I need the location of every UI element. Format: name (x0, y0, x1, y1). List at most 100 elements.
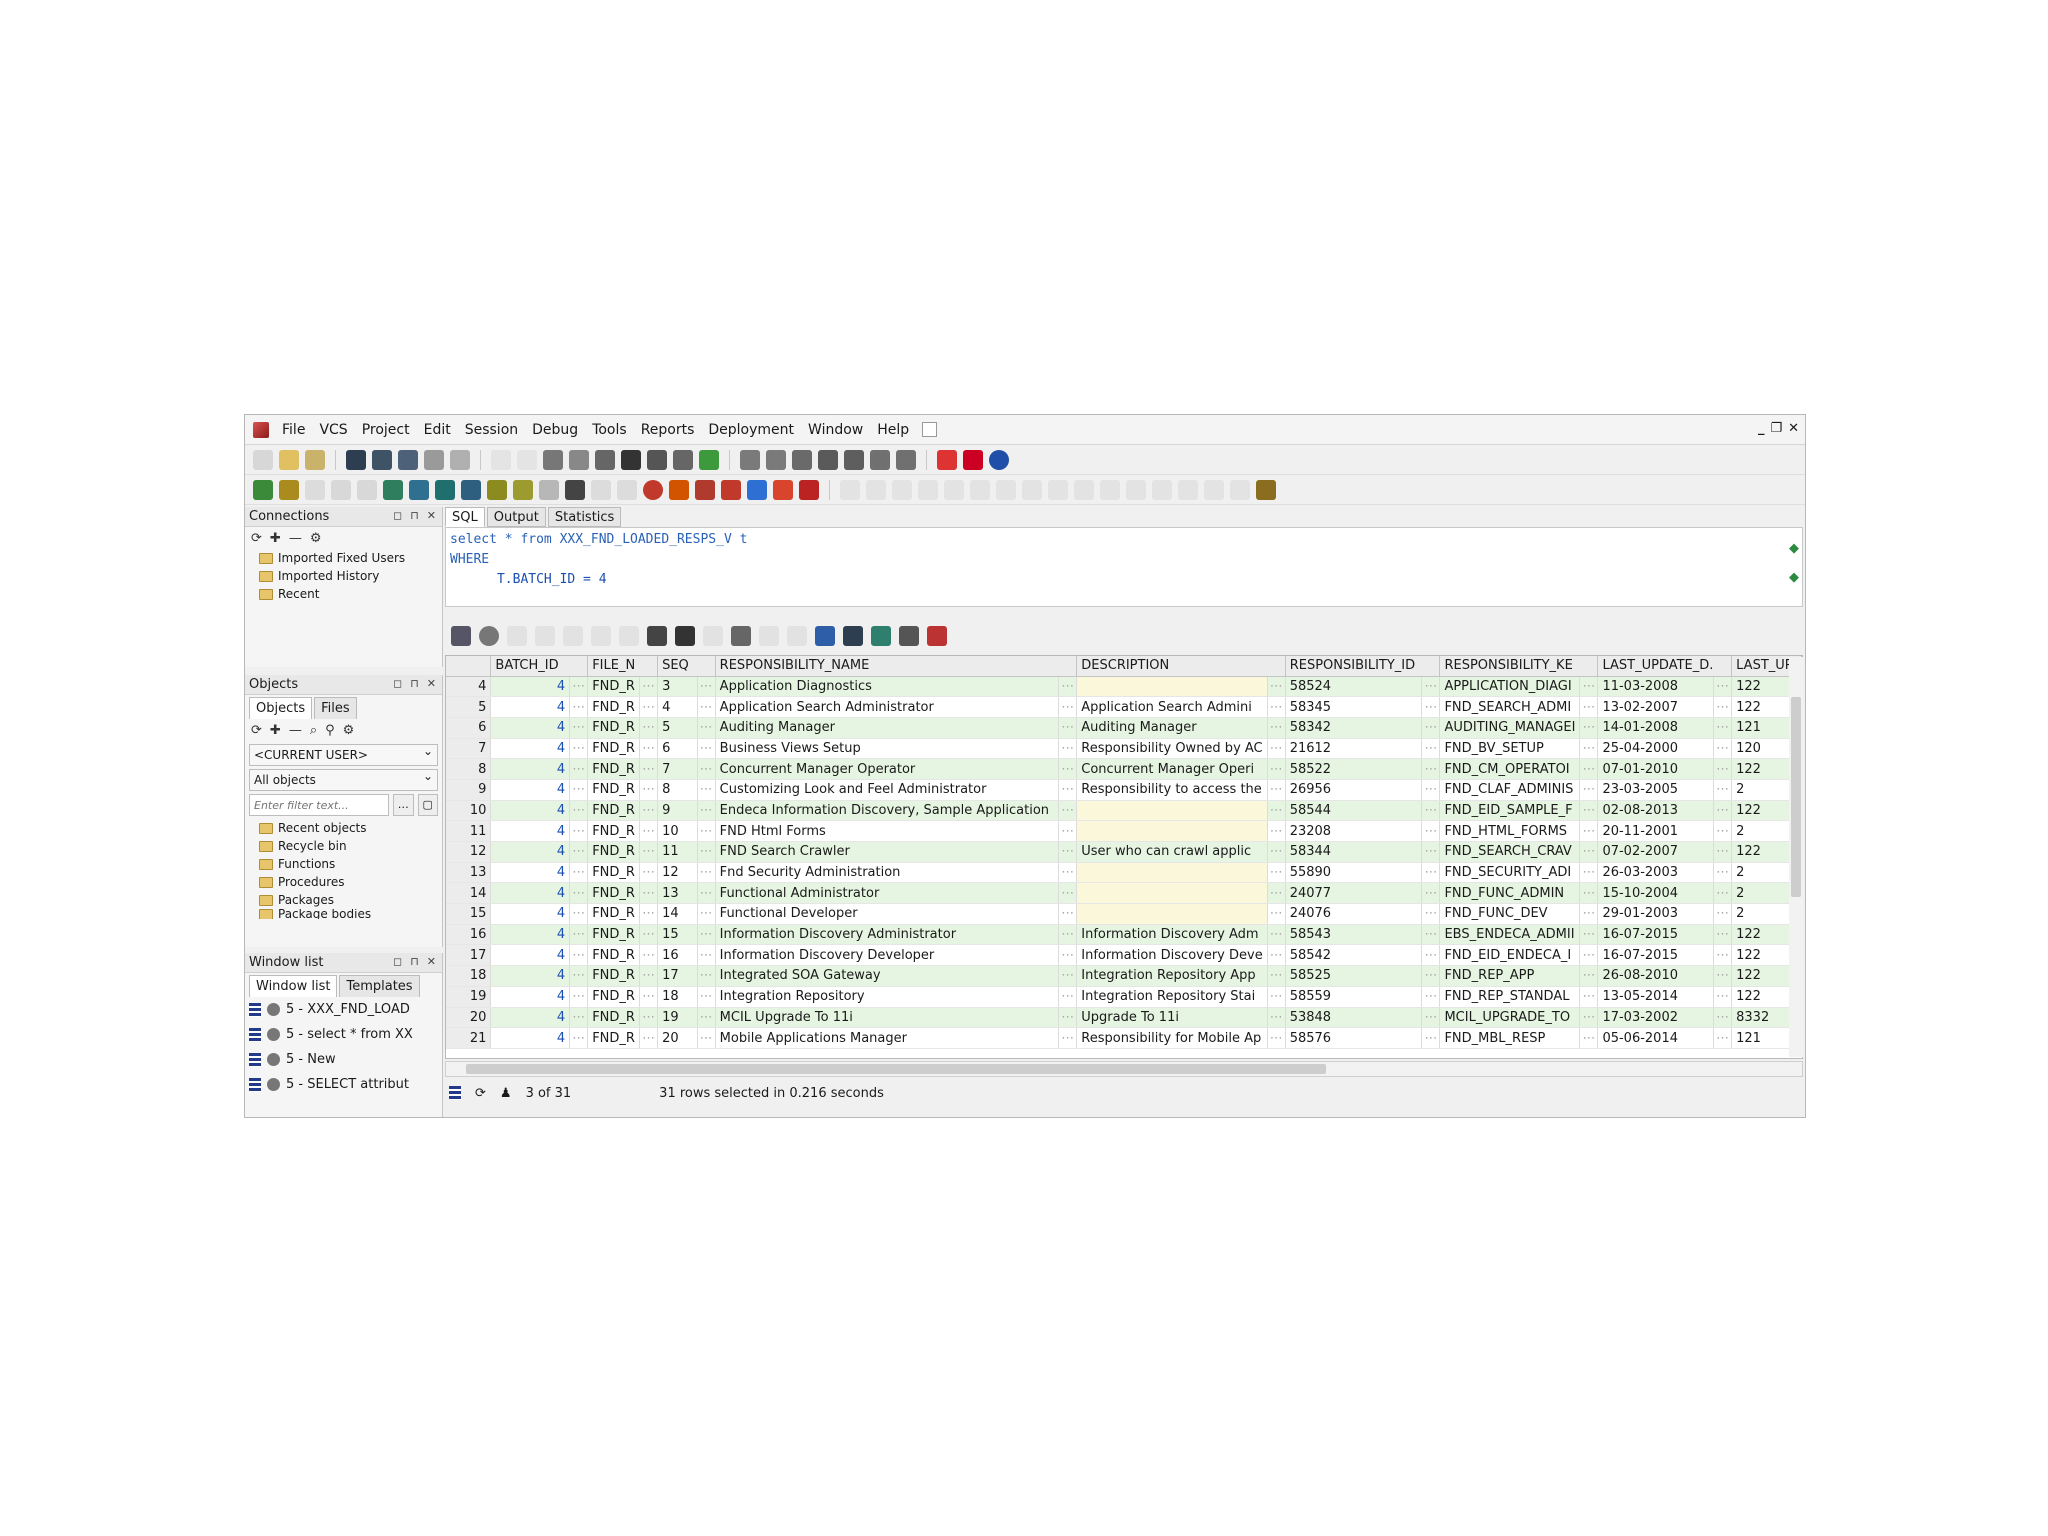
open-file-icon[interactable] (305, 449, 325, 470)
tab-templates[interactable]: Templates (339, 975, 420, 997)
cell-responsibility-id[interactable]: 23208 (1285, 820, 1423, 842)
cell-description[interactable]: Upgrade To 11i (1076, 1007, 1268, 1029)
cell-description[interactable]: Information Discovery Adm (1076, 924, 1268, 946)
cell-seq[interactable]: 7 (657, 758, 698, 780)
cell-last-update-date[interactable]: 26-08-2010 (1597, 965, 1715, 987)
cell-batch-id[interactable]: 4 (490, 841, 571, 863)
disabled-tool-icon[interactable] (1152, 479, 1172, 500)
table-row[interactable]: 14 4 ⋯ FND_R ⋯ 13 ⋯ Functional Administrator ⋯ ⋯ 2… (446, 882, 1802, 905)
arrow-right-blue-icon[interactable] (747, 479, 767, 500)
breakpoint-icon[interactable] (643, 479, 663, 500)
find-icon[interactable] (621, 449, 641, 470)
cell-file-name[interactable]: FND_R (587, 1027, 641, 1049)
column-header[interactable]: FILE_N (587, 656, 659, 677)
filter-icon[interactable] (591, 626, 611, 646)
wrench-icon[interactable] (565, 479, 585, 500)
cell-last-update-date[interactable]: 16-07-2015 (1597, 944, 1715, 967)
row-number[interactable]: 9 (446, 779, 492, 801)
refresh-icon[interactable]: ⟳ (251, 531, 262, 546)
tab-window-list[interactable]: Window list (249, 975, 338, 997)
cell-file-name[interactable]: FND_R (587, 944, 641, 967)
cell-responsibility-id[interactable]: 58345 (1285, 696, 1423, 718)
table-row[interactable]: 8 4 ⋯ FND_R ⋯ 7 ⋯ Concurrent Manager Operator ⋯ C… (446, 758, 1802, 780)
cell-responsibility-key[interactable]: FND_MBL_RESP (1439, 1027, 1581, 1049)
table-row[interactable]: 12 4 ⋯ FND_R ⋯ 11 ⋯ FND Search Crawler ⋯ User who… (446, 841, 1802, 863)
debug-over-icon[interactable] (617, 479, 637, 500)
row-number[interactable]: 16 (446, 924, 492, 946)
add-icon[interactable]: ✚ (270, 723, 281, 738)
cell-responsibility-key[interactable]: EBS_ENDECA_ADMII (1439, 924, 1581, 946)
rollback-icon[interactable] (357, 479, 377, 500)
cell-responsibility-name[interactable]: Business Views Setup (715, 738, 1060, 760)
cell-seq[interactable]: 9 (657, 800, 698, 822)
debug-stop-icon[interactable] (695, 479, 715, 500)
cell-description[interactable]: Concurrent Manager Operi (1076, 758, 1268, 780)
cell-responsibility-id[interactable]: 58524 (1285, 676, 1423, 698)
column-header[interactable]: DESCRIPTION (1076, 656, 1286, 677)
cell-responsibility-id[interactable]: 58542 (1285, 944, 1423, 967)
cell-description[interactable]: Auditing Manager (1076, 717, 1268, 739)
cell-responsibility-name[interactable]: Concurrent Manager Operator (715, 758, 1060, 780)
cell-responsibility-key[interactable]: FND_CM_OPERATOI (1439, 758, 1581, 780)
cell-last-update-date[interactable]: 23-03-2005 (1597, 779, 1715, 801)
row-number[interactable]: 10 (446, 800, 492, 822)
save-all-icon[interactable] (398, 449, 418, 470)
cell-responsibility-id[interactable]: 58522 (1285, 758, 1423, 780)
cell-responsibility-id[interactable]: 26956 (1285, 779, 1423, 801)
arrow-right-red-icon[interactable] (773, 479, 793, 500)
row-number[interactable]: 11 (446, 820, 492, 842)
cell-description[interactable]: Information Discovery Deve (1076, 944, 1268, 967)
refresh-icon[interactable] (647, 626, 667, 646)
new-icon[interactable] (253, 449, 273, 470)
cell-responsibility-name[interactable]: Endeca Information Discovery, Sample App… (715, 800, 1060, 822)
cell-description[interactable]: Responsibility for Mobile Ap (1076, 1027, 1268, 1049)
undo-icon[interactable] (491, 449, 511, 470)
cell-last-update-date[interactable]: 13-02-2007 (1597, 696, 1715, 718)
cell-seq[interactable]: 11 (657, 841, 698, 863)
cell-description[interactable] (1076, 862, 1268, 884)
clear-filter-icon[interactable] (619, 626, 639, 646)
cell-seq[interactable]: 10 (657, 820, 698, 842)
pen-icon[interactable] (305, 479, 325, 500)
row-number[interactable]: 19 (446, 986, 492, 1008)
cell-file-name[interactable]: FND_R (587, 965, 641, 987)
table-row[interactable]: 17 4 ⋯ FND_R ⋯ 16 ⋯ Information Discovery Devel… (446, 944, 1802, 967)
tree-item[interactable]: Procedures (245, 873, 442, 891)
cell-batch-id[interactable]: 4 (490, 676, 571, 698)
cell-description[interactable]: Application Search Admini (1076, 696, 1268, 718)
row-number[interactable]: 21 (446, 1027, 492, 1049)
cell-file-name[interactable]: FND_R (587, 903, 641, 925)
cell-last-update-date[interactable]: 26-03-2003 (1597, 862, 1715, 884)
cell-responsibility-name[interactable]: Functional Developer (715, 903, 1060, 925)
cell-file-name[interactable]: FND_R (587, 862, 641, 884)
cell-last-update-date[interactable]: 05-06-2014 (1597, 1027, 1715, 1049)
open-icon[interactable] (279, 449, 299, 470)
cell-responsibility-key[interactable]: AUDITING_MANAGEI (1439, 717, 1581, 739)
refresh-icon[interactable]: ⟳ (251, 723, 262, 738)
cell-responsibility-name[interactable]: Integration Repository (715, 986, 1060, 1008)
cell-responsibility-name[interactable]: Application Search Administrator (715, 696, 1060, 718)
cell-seq[interactable]: 6 (657, 738, 698, 760)
cell-description[interactable] (1076, 903, 1268, 925)
disabled-tool-icon[interactable] (1204, 479, 1224, 500)
info-icon[interactable] (989, 449, 1009, 470)
cell-responsibility-id[interactable]: 24076 (1285, 903, 1423, 925)
find-icon[interactable]: ⌕ (310, 723, 317, 738)
menu-project[interactable]: Project (355, 415, 417, 445)
cell-batch-id[interactable]: 4 (490, 1027, 571, 1049)
window-tile-icon[interactable] (896, 449, 916, 470)
cell-batch-id[interactable]: 4 (490, 882, 571, 905)
table-row[interactable]: 21 4 ⋯ FND_R ⋯ 20 ⋯ Mobile Applications Manager… (446, 1027, 1802, 1049)
cell-responsibility-key[interactable]: FND_FUNC_ADMIN (1439, 882, 1581, 905)
comment-icon[interactable] (792, 449, 812, 470)
cell-responsibility-id[interactable]: 58342 (1285, 717, 1423, 739)
tree-item[interactable]: Imported History (245, 567, 442, 585)
settings-icon[interactable]: ⚙ (310, 531, 322, 546)
table-row[interactable]: 20 4 ⋯ FND_R ⋯ 19 ⋯ MCIL Upgrade To 11i ⋯ Upgrade… (446, 1007, 1802, 1029)
replace-icon[interactable] (673, 449, 693, 470)
float-icon[interactable]: ◻ (393, 955, 402, 968)
cell-seq[interactable]: 4 (657, 696, 698, 718)
cell-file-name[interactable]: FND_R (587, 882, 641, 905)
menu-vcs[interactable]: VCS (312, 415, 354, 445)
print-icon[interactable] (424, 449, 444, 470)
